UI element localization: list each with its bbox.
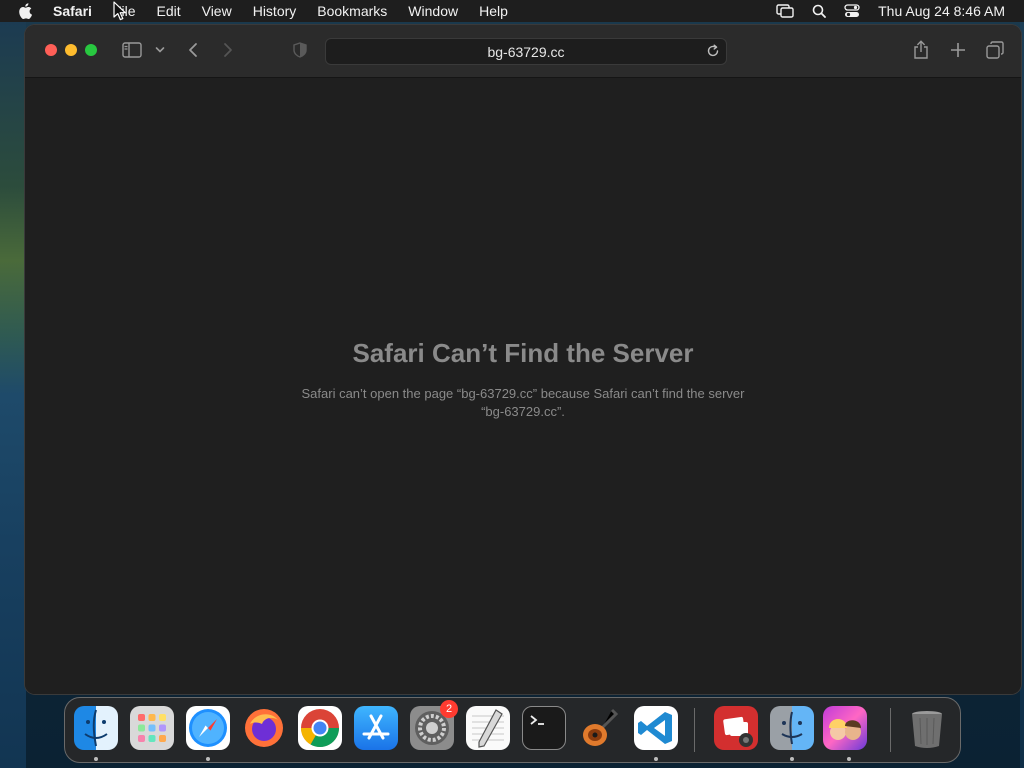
menu-window[interactable]: Window <box>408 3 458 19</box>
running-indicator <box>847 757 851 761</box>
dock-system-settings-icon[interactable]: 2 <box>410 700 458 750</box>
back-icon[interactable] <box>188 42 198 58</box>
new-tab-icon[interactable] <box>950 42 966 58</box>
desktop-wallpaper <box>0 22 26 768</box>
sidebar-icon[interactable] <box>122 42 142 58</box>
dock: 2 <box>64 697 961 763</box>
privacy-shield-icon[interactable] <box>293 42 307 58</box>
menu-bar: Safari File Edit View History Bookmarks … <box>0 0 1024 22</box>
forward-icon[interactable] <box>223 42 233 58</box>
running-indicator <box>206 757 210 761</box>
menu-bookmarks[interactable]: Bookmarks <box>317 3 387 19</box>
mouse-cursor-icon <box>113 1 127 26</box>
error-message: Safari can’t open the page “bg-63729.cc”… <box>301 386 745 419</box>
running-indicator <box>654 757 658 761</box>
safari-window: bg-63729.cc Safari Can’t Find the Server… <box>25 25 1021 694</box>
menu-help[interactable]: Help <box>479 3 508 19</box>
tab-overview-icon[interactable] <box>986 41 1004 59</box>
dock-safari-icon[interactable] <box>186 706 230 750</box>
running-indicator <box>790 757 794 761</box>
dock-finder-icon[interactable] <box>74 706 118 750</box>
dock-separator <box>694 708 695 752</box>
dock-photo-booth-icon[interactable] <box>714 706 758 750</box>
chevron-down-icon[interactable] <box>155 46 165 54</box>
control-center-icon[interactable] <box>844 4 860 18</box>
dock-garageband-icon[interactable] <box>578 706 622 750</box>
dock-app-store-icon[interactable] <box>354 706 398 750</box>
screen-mirroring-icon[interactable] <box>776 4 794 18</box>
dock-terminal-icon[interactable] <box>522 706 566 750</box>
dock-chrome-icon[interactable] <box>298 706 342 750</box>
error-title: Safari Can’t Find the Server <box>352 338 694 368</box>
address-url: bg-63729.cc <box>487 43 565 60</box>
menu-clock[interactable]: Thu Aug 24 8:46 AM <box>878 3 1005 19</box>
browser-toolbar: bg-63729.cc <box>25 25 1021 78</box>
dock-textedit-icon[interactable] <box>466 706 510 750</box>
page-content: Safari Can’t Find the Server Safari can’… <box>25 78 1021 694</box>
close-window-button[interactable] <box>45 44 57 56</box>
minimize-window-button[interactable] <box>65 44 77 56</box>
dock-firefox-icon[interactable] <box>242 706 286 750</box>
running-indicator <box>94 757 98 761</box>
zoom-window-button[interactable] <box>85 44 97 56</box>
reload-icon[interactable] <box>706 44 720 61</box>
menu-app-safari[interactable]: Safari <box>53 3 92 19</box>
dock-launchpad-icon[interactable] <box>130 706 174 750</box>
dock-separator <box>890 708 891 752</box>
dock-game-icon[interactable] <box>823 706 867 750</box>
dock-vscode-icon[interactable] <box>634 706 678 750</box>
notification-badge: 2 <box>440 700 458 718</box>
menu-view[interactable]: View <box>202 3 232 19</box>
dock-migration-assistant-icon[interactable] <box>770 706 814 750</box>
dock-trash-icon[interactable] <box>905 706 949 750</box>
apple-menu-icon[interactable] <box>18 3 34 19</box>
share-icon[interactable] <box>913 40 929 60</box>
spotlight-search-icon[interactable] <box>812 4 827 18</box>
menu-history[interactable]: History <box>253 3 297 19</box>
menu-edit[interactable]: Edit <box>156 3 180 19</box>
address-bar[interactable]: bg-63729.cc <box>325 38 727 65</box>
